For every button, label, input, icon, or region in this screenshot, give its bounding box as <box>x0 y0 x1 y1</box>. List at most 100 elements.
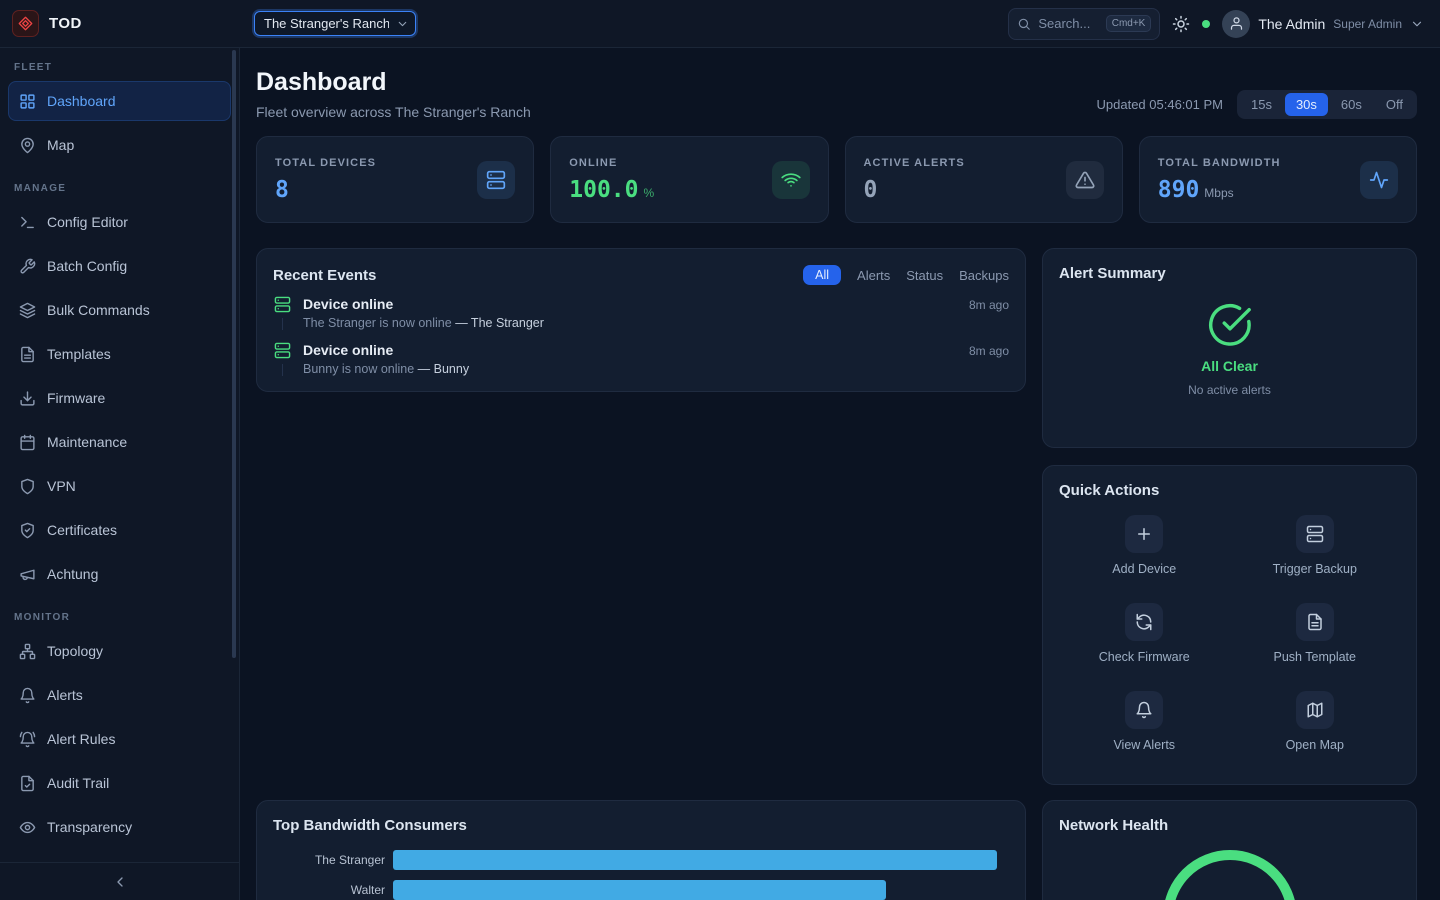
sidebar-item-transparency[interactable]: Transparency <box>8 807 231 847</box>
bandwidth-row: Walter <box>273 880 1009 900</box>
bandwidth-bar-track <box>393 880 1009 900</box>
sidebar-item-config-editor[interactable]: Config Editor <box>8 202 231 242</box>
app-logo-icon <box>12 10 39 37</box>
sidebar-nav: FLEET DashboardMap MANAGE Config Editor Batc… <box>0 62 239 847</box>
sidebar-item-alert-rules[interactable]: Alert Rules <box>8 719 231 759</box>
sidebar-item-label: VPN <box>47 478 76 494</box>
bandwidth-bar <box>393 880 886 900</box>
user-name: The Admin <box>1258 16 1325 32</box>
sidebar-item-topology[interactable]: Topology <box>8 631 231 671</box>
quick-actions-card: Quick Actions Add Device Trigger Backup Ch… <box>1042 465 1417 785</box>
download-icon <box>19 390 36 407</box>
sidebar-item-batch-config[interactable]: Batch Config <box>8 246 231 286</box>
bell-icon <box>1125 691 1163 729</box>
sidebar-item-label: Config Editor <box>47 214 128 230</box>
event-row: Device online8m agoThe Stranger is now o… <box>273 294 1009 340</box>
alert-detail-text: No active alerts <box>1188 383 1271 397</box>
megaphone-icon <box>19 566 36 583</box>
stat-value: 890 <box>1158 177 1200 203</box>
stat-label: ACTIVE ALERTS <box>864 157 965 169</box>
sidebar-item-alerts[interactable]: Alerts <box>8 675 231 715</box>
bandwidth-device-label: Walter <box>273 883 385 897</box>
network-icon <box>19 643 36 660</box>
events-filter-status[interactable]: Status <box>906 268 943 283</box>
sidebar-item-label: Certificates <box>47 522 117 538</box>
stat-value: 0 <box>864 177 878 203</box>
quick-action-label: View Alerts <box>1113 738 1175 752</box>
sidebar-item-audit-trail[interactable]: Audit Trail <box>8 763 231 803</box>
sidebar-item-maintenance[interactable]: Maintenance <box>8 422 231 462</box>
bandwidth-bar-track <box>393 850 1009 870</box>
sidebar-item-label: Transparency <box>47 819 132 835</box>
stat-unit: % <box>644 186 655 200</box>
event-device: — Bunny <box>418 362 469 376</box>
ranch-select[interactable]: The Stranger's Ranch <box>254 11 416 36</box>
quick-action-trigger-backup[interactable]: Trigger Backup <box>1273 515 1357 576</box>
grid-icon <box>19 93 36 110</box>
refresh-60s-button[interactable]: 60s <box>1330 93 1373 116</box>
bandwidth-title: Top Bandwidth Consumers <box>273 817 1009 834</box>
refresh-30s-button[interactable]: 30s <box>1285 93 1328 116</box>
sidebar-item-vpn[interactable]: VPN <box>8 466 231 506</box>
search-icon <box>1017 17 1031 31</box>
wrench-icon <box>19 258 36 275</box>
stat-card-online: ONLINE100.0% <box>550 136 828 223</box>
search-box[interactable]: Search... Cmd+K <box>1008 8 1160 40</box>
sidebar-item-achtung[interactable]: Achtung <box>8 554 231 594</box>
quick-action-view-alerts[interactable]: View Alerts <box>1113 691 1175 752</box>
map-pin-icon <box>19 137 36 154</box>
quick-action-check-firmware[interactable]: Check Firmware <box>1099 603 1190 664</box>
sidebar-scrollbar-thumb[interactable] <box>232 50 236 658</box>
refresh-off-button[interactable]: Off <box>1375 93 1414 116</box>
sidebar-item-label: Firmware <box>47 390 105 406</box>
topbar-right: Search... Cmd+K The Admin Super Admin <box>1008 8 1440 40</box>
events-filter-alerts[interactable]: Alerts <box>857 268 890 283</box>
recent-events-card: Recent Events All Alerts Status Backups Dev… <box>256 248 1026 392</box>
sidebar-section-manage: MANAGE <box>14 183 225 194</box>
sidebar-item-firmware[interactable]: Firmware <box>8 378 231 418</box>
events-filter-all[interactable]: All <box>803 265 841 285</box>
sidebar-item-label: Templates <box>47 346 111 362</box>
sidebar-section-fleet: FLEET <box>14 62 225 73</box>
sidebar-collapse-button[interactable] <box>112 874 128 890</box>
sidebar-item-bulk-commands[interactable]: Bulk Commands <box>8 290 231 330</box>
event-detail: The Stranger is now online — The Strange… <box>303 316 1009 330</box>
quick-action-push-template[interactable]: Push Template <box>1274 603 1356 664</box>
bandwidth-bar <box>393 850 997 870</box>
wifi-icon <box>772 161 810 199</box>
bandwidth-device-label: The Stranger <box>273 853 385 867</box>
sidebar-item-label: Alerts <box>47 687 83 703</box>
quick-action-label: Open Map <box>1286 738 1344 752</box>
sidebar-item-templates[interactable]: Templates <box>8 334 231 374</box>
theme-toggle-button[interactable] <box>1172 15 1190 33</box>
sidebar-item-label: Batch Config <box>47 258 127 274</box>
check-circle-icon <box>1207 302 1253 348</box>
plus-icon <box>1125 515 1163 553</box>
network-health-title: Network Health <box>1059 817 1400 834</box>
server-icon <box>477 161 515 199</box>
page-subtitle: Fleet overview across The Stranger's Ran… <box>256 104 531 120</box>
content-grid: Recent Events All Alerts Status Backups Dev… <box>256 248 1417 900</box>
recent-events-title: Recent Events <box>273 267 376 284</box>
stat-label: TOTAL BANDWIDTH <box>1158 157 1281 169</box>
quick-actions-title: Quick Actions <box>1059 482 1400 499</box>
search-placeholder: Search... <box>1038 16 1090 31</box>
last-updated-text: Updated 05:46:01 PM <box>1097 97 1223 112</box>
sidebar-item-dashboard[interactable]: Dashboard <box>8 81 231 121</box>
main-content: Dashboard Fleet overview across The Stra… <box>240 48 1440 900</box>
quick-action-open-map[interactable]: Open Map <box>1286 691 1344 752</box>
alert-summary-title: Alert Summary <box>1059 265 1400 282</box>
event-row: Device online8m agoBunny is now online —… <box>273 340 1009 386</box>
bell-ring-icon <box>19 731 36 748</box>
user-menu[interactable]: The Admin Super Admin <box>1222 10 1424 38</box>
events-filter-backups[interactable]: Backups <box>959 268 1009 283</box>
event-time: 8m ago <box>969 344 1009 358</box>
avatar <box>1222 10 1250 38</box>
sidebar-footer <box>0 862 239 900</box>
sidebar-item-map[interactable]: Map <box>8 125 231 165</box>
refresh-15s-button[interactable]: 15s <box>1240 93 1283 116</box>
quick-action-add-device[interactable]: Add Device <box>1112 515 1176 576</box>
sidebar: FLEET DashboardMap MANAGE Config Editor Batc… <box>0 48 240 900</box>
sidebar-item-certificates[interactable]: Certificates <box>8 510 231 550</box>
event-title: Device online <box>303 296 393 312</box>
